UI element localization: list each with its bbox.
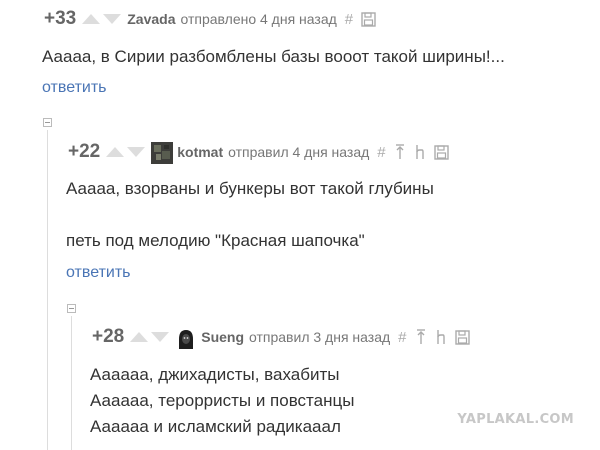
rating: +28 (92, 326, 125, 347)
vote-up-icon[interactable] (106, 147, 125, 157)
timestamp: отправил 4 дня назад (228, 144, 370, 160)
vote-controls (106, 147, 146, 157)
vote-up-icon[interactable] (130, 332, 149, 342)
permalink-icon[interactable]: # (377, 144, 385, 161)
comment-meta: +28 Sueng отправил 3 дня назад # (92, 326, 470, 349)
reply-branch-icon[interactable] (414, 144, 426, 160)
vote-down-icon[interactable] (127, 147, 146, 157)
comment-line (66, 202, 434, 228)
comment-line: Аааааа и исламский радикааал (90, 417, 341, 436)
comment-line: Ааааа, в Сирии разбомблены базы вооот та… (42, 47, 505, 66)
thread-line (71, 316, 72, 450)
collapse-toggle-icon[interactable] (67, 304, 76, 313)
permalink-icon[interactable]: # (398, 329, 406, 346)
collapse-toggle-icon[interactable] (43, 118, 52, 127)
comment-line: Аааааа, джихадисты, вахабиты (90, 365, 340, 384)
timestamp: отправил 3 дня назад (249, 329, 391, 345)
save-icon[interactable] (361, 11, 376, 27)
thread-line (47, 130, 48, 450)
comment-line: Аааааа, терорристы и повстанцы (90, 391, 355, 410)
avatar[interactable] (151, 142, 174, 164)
comment-meta: +33 Zavada отправлено 4 дня назад # (44, 8, 376, 30)
vote-controls (82, 14, 122, 24)
parent-comment-icon[interactable] (394, 144, 406, 160)
reply-link[interactable]: ответить (66, 264, 131, 282)
timestamp: отправлено 4 дня назад (180, 11, 337, 27)
comment-line: петь под мелодию "Красная шапочка" (66, 231, 365, 250)
author-name[interactable]: Zavada (127, 11, 175, 27)
comment-text: Ааааа, в Сирии разбомблены базы вооот та… (42, 44, 505, 70)
vote-up-icon[interactable] (82, 14, 101, 24)
author-name[interactable]: Sueng (201, 329, 244, 345)
reply-link[interactable]: ответить (42, 79, 107, 97)
comment-line: Ааааа, взорваны и бункеры вот такой глуб… (66, 179, 434, 198)
permalink-icon[interactable]: # (345, 11, 353, 28)
avatar[interactable] (175, 327, 198, 349)
comment-meta: +22 kotmat отправил 4 дня назад # (68, 141, 449, 164)
author-name[interactable]: kotmat (177, 144, 223, 160)
rating: +33 (44, 8, 77, 29)
comment-text: Аааааа, джихадисты, вахабиты Аааааа, тер… (90, 362, 354, 440)
vote-down-icon[interactable] (103, 14, 122, 24)
vote-down-icon[interactable] (151, 332, 170, 342)
reply-branch-icon[interactable] (435, 329, 447, 345)
rating: +22 (68, 141, 101, 162)
comment-text: Ааааа, взорваны и бункеры вот такой глуб… (66, 176, 434, 254)
save-icon[interactable] (433, 144, 449, 160)
parent-comment-icon[interactable] (415, 329, 427, 345)
vote-controls (130, 332, 170, 342)
watermark: YAPLAKAL.COM (457, 412, 574, 427)
save-icon[interactable] (454, 329, 470, 345)
